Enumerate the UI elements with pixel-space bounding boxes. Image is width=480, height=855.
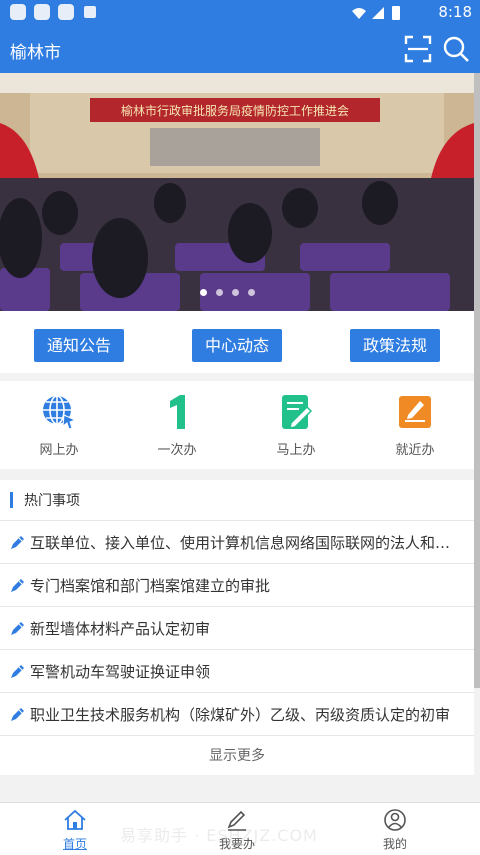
app-bar: 榆林市: [0, 25, 480, 73]
notification-icon: [84, 6, 96, 18]
scrollbar[interactable]: [474, 73, 480, 688]
carousel-dot[interactable]: [232, 289, 239, 296]
tab-notice[interactable]: 通知公告: [34, 329, 124, 362]
list-item[interactable]: 互联单位、接入单位、使用计算机信息网络国际联网的法人和…: [0, 520, 474, 564]
quick-label: 网上办: [39, 443, 79, 458]
quick-label: 一次办: [157, 443, 197, 458]
clock: 8:18: [438, 3, 472, 21]
carousel-dot[interactable]: [200, 289, 207, 296]
pencil-icon: [11, 536, 24, 549]
nav-label: 我的: [382, 837, 407, 851]
quick-once[interactable]: 一次办: [132, 393, 222, 458]
pencil-icon: [11, 622, 24, 635]
banner-carousel[interactable]: 榆林市行政审批服务局疫情防控工作推进会: [0, 73, 474, 311]
user-icon: [384, 809, 406, 831]
watermark: 易享助手 · ESHZJZ.COM: [120, 826, 318, 845]
quick-label: 就近办: [395, 443, 435, 458]
show-more-button[interactable]: 显示更多: [0, 735, 474, 776]
list-item[interactable]: 专门档案馆和部门档案馆建立的审批: [0, 563, 474, 607]
carousel-dot[interactable]: [216, 289, 223, 296]
quick-immediate[interactable]: 马上办: [251, 393, 341, 458]
list-item[interactable]: 新型墙体材料产品认定初审: [0, 606, 474, 650]
list-item-label: 互联单位、接入单位、使用计算机信息网络国际联网的法人和…: [30, 534, 451, 552]
pencil-icon: [11, 665, 24, 678]
section-accent-bar: [10, 492, 13, 508]
pencil-icon: [11, 579, 24, 592]
nav-home[interactable]: 首页: [35, 809, 115, 852]
list-item[interactable]: 军警机动车驾驶证换证申领: [0, 649, 474, 693]
home-icon: [64, 809, 86, 830]
notification-icon: [58, 4, 74, 20]
scan-icon[interactable]: [404, 35, 432, 63]
list-item-label: 军警机动车驾驶证换证申领: [30, 663, 211, 681]
quick-online[interactable]: 网上办: [14, 393, 104, 458]
carousel-dots[interactable]: [200, 289, 255, 296]
notification-icon: [34, 4, 50, 20]
list-item-label: 新型墙体材料产品认定初审: [30, 620, 211, 638]
page-title: 榆林市: [10, 43, 61, 63]
list-item-label: 职业卫生技术服务机构（除煤矿外）乙级、丙级资质认定的初审: [30, 706, 451, 724]
tab-news[interactable]: 中心动态: [192, 329, 282, 362]
quick-label: 马上办: [276, 443, 316, 458]
list-item[interactable]: 职业卫生技术服务机构（除煤矿外）乙级、丙级资质认定的初审: [0, 692, 474, 736]
list-item-label: 专门档案馆和部门档案馆建立的审批: [30, 577, 271, 595]
pencil-icon: [11, 708, 24, 721]
carousel-dot[interactable]: [248, 289, 255, 296]
search-icon[interactable]: [442, 35, 470, 63]
status-bar: 8:18: [0, 0, 480, 25]
banner-image: 榆林市行政审批服务局疫情防控工作推进会: [0, 73, 474, 311]
document-pen-icon: [282, 395, 313, 429]
edit-box-icon: [399, 396, 431, 428]
hot-items-section: 热门事项 互联单位、接入单位、使用计算机信息网络国际联网的法人和… 专门档案馆和…: [0, 480, 474, 775]
notification-icon: [10, 4, 26, 20]
globe-icon: [43, 395, 77, 430]
tab-policy[interactable]: 政策法规: [350, 329, 440, 362]
number-one-icon: [170, 395, 185, 429]
quick-actions: 网上办 一次办 马上办 就近办: [0, 381, 474, 469]
info-tabs: 通知公告 中心动态 政策法规: [0, 311, 474, 373]
banner-headline: 榆林市行政审批服务局疫情防控工作推进会: [121, 103, 349, 118]
quick-nearby[interactable]: 就近办: [370, 393, 460, 458]
signal-battery-icon: [352, 6, 400, 20]
nav-mine[interactable]: 我的: [355, 809, 435, 852]
nav-label: 首页: [62, 837, 87, 851]
section-title: 热门事项: [24, 493, 80, 509]
